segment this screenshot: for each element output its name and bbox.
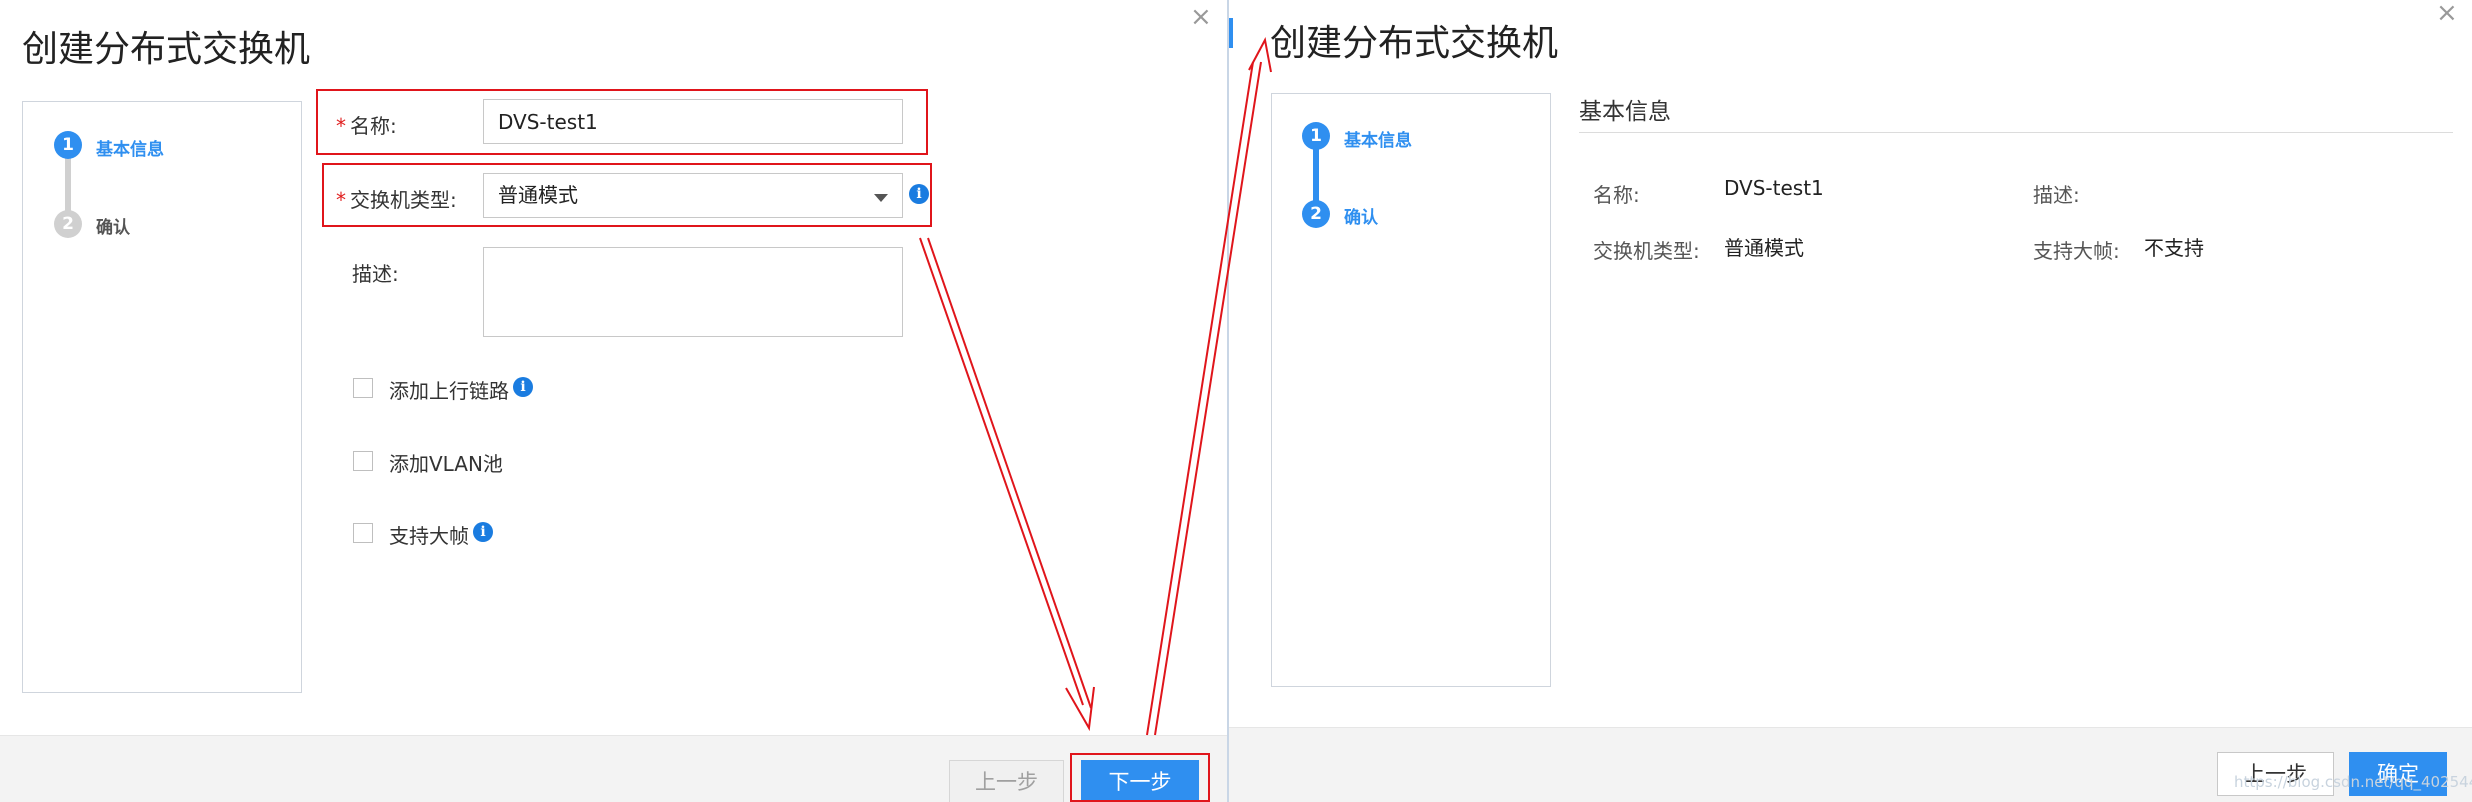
create-dvs-dialog-step1: 创建分布式交换机 × 1 基本信息 2 确认 *名称: *交换机类型: 普通模式… (0, 0, 1227, 802)
section-title: 基本信息 (1579, 99, 1671, 125)
title-accent-bar (1229, 18, 1233, 48)
step-navigator: 1 基本信息 2 确认 (1271, 93, 1551, 687)
next-step-button[interactable]: 下一步 (1081, 760, 1199, 802)
required-mark: * (336, 114, 346, 138)
name-value: DVS-test1 (1724, 176, 1824, 200)
name-input[interactable] (483, 99, 903, 144)
jumbo-frame-value: 不支持 (2144, 236, 2204, 260)
create-dvs-dialog-confirm: 创建分布式交换机 × 1 基本信息 2 确认 基本信息 名称: DVS-test… (1229, 0, 2472, 802)
vlan-pool-checkbox[interactable] (353, 451, 373, 471)
info-icon[interactable]: i (473, 522, 493, 542)
switch-type-label: * 交换机类型: (336, 184, 457, 213)
prev-step-button[interactable]: 上一步 (949, 760, 1064, 802)
switch-type-select[interactable]: 普通模式 (483, 173, 903, 218)
step-2-label: 确认 (1344, 208, 1378, 228)
switch-type-value: 普通模式 (498, 183, 578, 207)
step-1-circle: 1 (54, 131, 82, 159)
jumbo-frame-checkbox[interactable] (353, 523, 373, 543)
name-label: 名称: (1593, 183, 1640, 207)
info-icon[interactable]: i (513, 377, 533, 397)
switch-type-value: 普通模式 (1724, 236, 1804, 260)
dialog-title: 创建分布式交换机 (22, 29, 311, 70)
step-2-label: 确认 (96, 218, 130, 238)
watermark: https://blog.csdn.net/qq_40254423 (2234, 773, 2472, 791)
info-icon[interactable]: i (909, 184, 929, 204)
uplink-checkbox-label: 添加上行链路 (389, 379, 509, 403)
close-icon[interactable]: × (2436, 0, 2458, 26)
name-label-text: 名称: (350, 114, 397, 138)
description-label: 描述: (352, 262, 399, 286)
step-1-label: 基本信息 (1344, 131, 1412, 151)
switch-type-label-text: 交换机类型: (350, 188, 457, 212)
uplink-checkbox[interactable] (353, 378, 373, 398)
jumbo-frame-checkbox-label: 支持大帧 (389, 524, 469, 548)
chevron-down-icon (874, 194, 888, 202)
jumbo-frame-label: 支持大帧: (2033, 239, 2120, 263)
dialog-footer: 上一步 下一步 (0, 735, 1227, 802)
step-1-circle: 1 (1302, 122, 1330, 150)
required-mark: * (336, 188, 346, 212)
name-label: * 名称: (336, 110, 397, 139)
description-label: 描述: (2033, 183, 2080, 207)
step-2-circle: 2 (54, 210, 82, 238)
description-input[interactable] (483, 247, 903, 337)
section-divider (1579, 132, 2453, 133)
step-navigator: 1 基本信息 2 确认 (22, 101, 302, 693)
vlan-pool-checkbox-label: 添加VLAN池 (389, 452, 503, 476)
step-2-circle: 2 (1302, 200, 1330, 228)
close-icon[interactable]: × (1190, 4, 1212, 30)
dialog-title: 创建分布式交换机 (1270, 23, 1559, 64)
dialog-footer: 上一步 确定 https://blog.csdn.net/qq_40254423 (1229, 727, 2472, 802)
step-1-label: 基本信息 (96, 140, 164, 160)
switch-type-label: 交换机类型: (1593, 239, 1700, 263)
